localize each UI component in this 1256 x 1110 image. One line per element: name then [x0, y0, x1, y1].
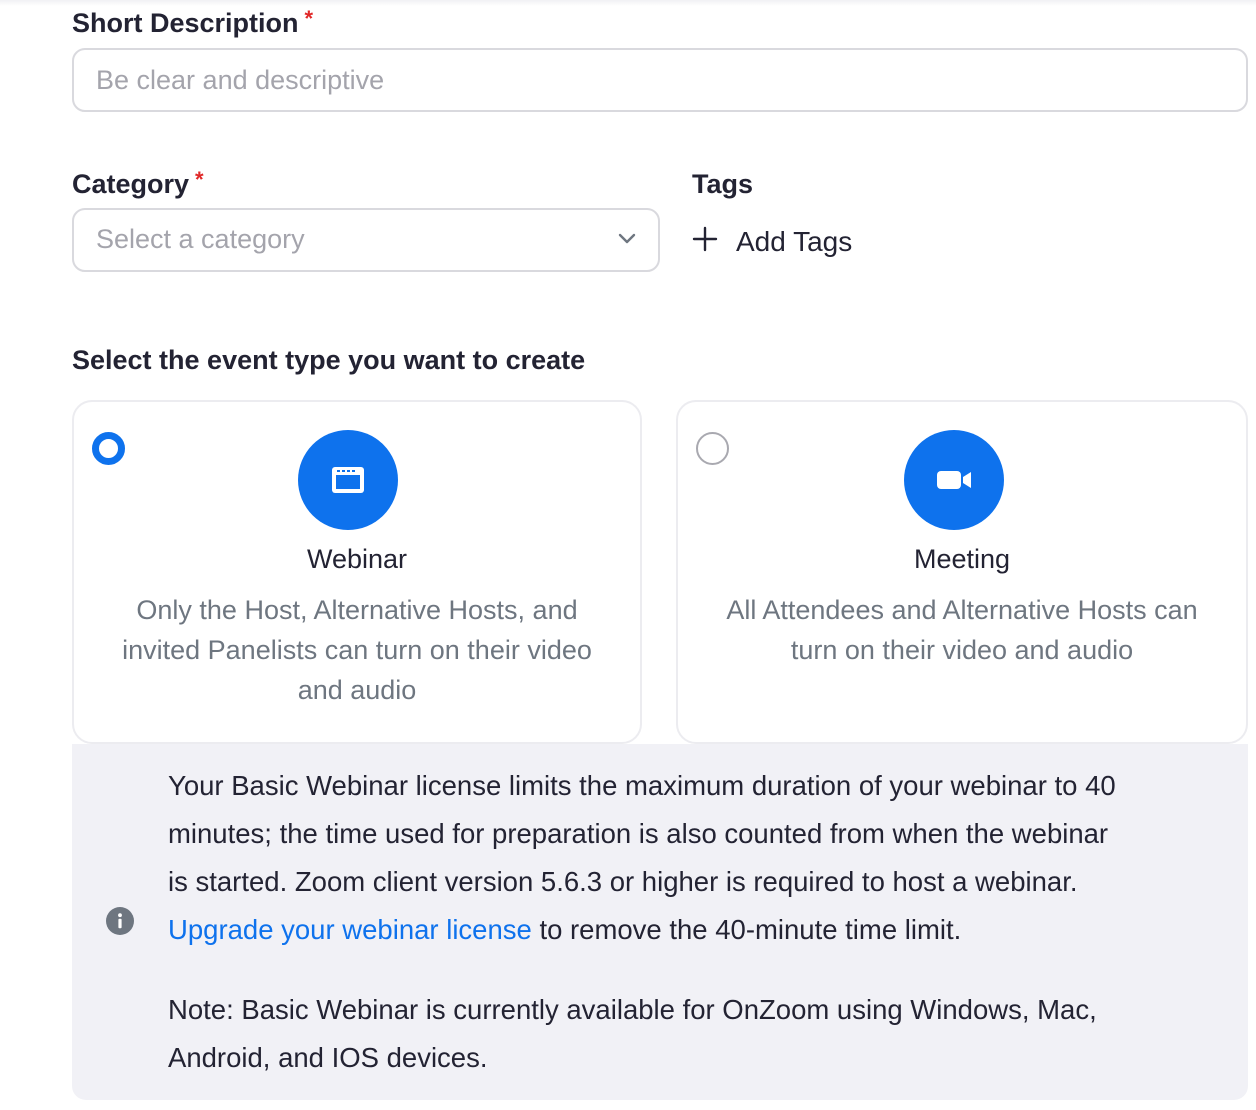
webinar-description-line: and audio: [297, 675, 417, 705]
notice-after-link: to remove the 40-minute time limit.: [531, 914, 962, 945]
category-label: Category *: [72, 169, 204, 199]
notice-line: is started. Zoom client version 5.6.3 or…: [168, 866, 1078, 897]
license-notice: Your Basic Webinar license limits the ma…: [72, 744, 1248, 1100]
info-icon: [105, 906, 135, 941]
meeting-description-line: turn on their video and audio: [790, 635, 1134, 665]
event-type-heading: Select the event type you want to create: [72, 345, 586, 375]
meeting-description-line: All Attendees and Alternative Hosts can: [726, 595, 1198, 625]
short-description-input[interactable]: [72, 48, 1248, 112]
webinar-description: Only the Host, Alternative Hosts, and in…: [84, 590, 630, 710]
meeting-radio[interactable]: [696, 432, 729, 465]
notice-note-line: Android, and IOS devices.: [168, 1042, 488, 1073]
webinar-description-line: Only the Host, Alternative Hosts, and: [136, 595, 578, 625]
webinar-option-card[interactable]: Webinar Only the Host, Alternative Hosts…: [72, 400, 642, 744]
meeting-description: All Attendees and Alternative Hosts can …: [688, 590, 1236, 670]
add-tags-label: Add Tags: [736, 226, 853, 257]
chevron-down-icon: [618, 232, 636, 250]
notice-line: Upgrade your webinar license to remove t…: [168, 906, 1228, 954]
notice-line: Your Basic Webinar license limits the ma…: [168, 770, 1116, 801]
upgrade-license-link[interactable]: Upgrade your webinar license: [168, 914, 532, 945]
meeting-option-card[interactable]: Meeting All Attendees and Alternative Ho…: [676, 400, 1248, 744]
webinar-icon: [298, 430, 398, 530]
short-description-label: Short Description *: [72, 8, 313, 38]
required-mark: *: [304, 6, 314, 31]
meeting-title: Meeting: [913, 544, 1011, 574]
top-divider: [0, 0, 1256, 6]
notice-note-line: Note: Basic Webinar is currently availab…: [168, 994, 1097, 1025]
notice-line: minutes; the time used for preparation i…: [168, 818, 1109, 849]
category-label-text: Category: [72, 169, 190, 199]
required-mark: *: [195, 167, 204, 192]
webinar-radio[interactable]: [92, 432, 125, 465]
category-select[interactable]: Select a category: [72, 208, 660, 272]
notice-note: Note: Basic Webinar is currently availab…: [168, 986, 1228, 1082]
webinar-description-line: invited Panelists can turn on their vide…: [122, 635, 592, 665]
video-camera-icon: [904, 430, 1004, 530]
short-description-label-text: Short Description: [72, 8, 299, 38]
notice-body: Your Basic Webinar license limits the ma…: [168, 762, 1228, 1082]
category-select-placeholder: Select a category: [96, 224, 305, 254]
plus-icon: [692, 226, 718, 257]
webinar-title: Webinar: [306, 544, 408, 574]
tags-label: Tags: [692, 169, 754, 199]
